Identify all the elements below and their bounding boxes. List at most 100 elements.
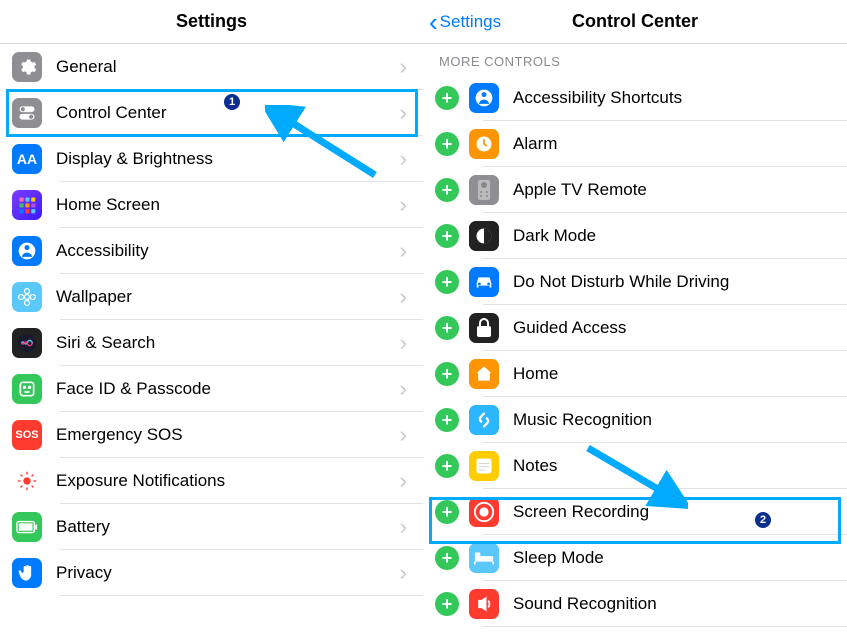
darkmode-icon: [469, 221, 499, 251]
row-label: Sleep Mode: [513, 548, 835, 568]
exposure-icon: [12, 466, 42, 496]
settings-row-wallpaper[interactable]: Wallpaper›: [0, 274, 423, 320]
notes-icon: [469, 451, 499, 481]
face-icon: [12, 374, 42, 404]
chevron-right-icon: ›: [400, 330, 407, 356]
settings-row-emergency-sos[interactable]: SOS Emergency SOS›: [0, 412, 423, 458]
back-button[interactable]: ‹ Settings: [429, 0, 501, 44]
record-icon: [469, 497, 499, 527]
cc-header: ‹ Settings Control Center: [423, 0, 847, 44]
chevron-right-icon: ›: [400, 192, 407, 218]
chevron-right-icon: ›: [400, 54, 407, 80]
row-label: Exposure Notifications: [56, 471, 400, 491]
sos-icon: SOS: [12, 420, 42, 450]
row-label: Screen Recording: [513, 502, 835, 522]
row-label: Wallpaper: [56, 287, 400, 307]
flower-icon: [12, 282, 42, 312]
row-label: Dark Mode: [513, 226, 835, 246]
settings-row-general[interactable]: General›: [0, 44, 423, 90]
gear-icon: [12, 52, 42, 82]
cc-row-accessibility-shortcuts[interactable]: +Accessibility Shortcuts: [423, 75, 847, 121]
settings-row-face-id-passcode[interactable]: Face ID & Passcode›: [0, 366, 423, 412]
remote-icon: [469, 175, 499, 205]
cc-list: +Accessibility Shortcuts+Alarm+Apple TV …: [423, 75, 847, 627]
row-label: Do Not Disturb While Driving: [513, 272, 835, 292]
chevron-right-icon: ›: [400, 514, 407, 540]
add-button[interactable]: +: [435, 362, 459, 386]
cc-row-home[interactable]: +Home: [423, 351, 847, 397]
cc-row-screen-recording[interactable]: + Screen Recording: [423, 489, 847, 535]
cc-row-sleep-mode[interactable]: + Sleep Mode: [423, 535, 847, 581]
settings-row-siri-search[interactable]: Siri & Search›: [0, 320, 423, 366]
add-button[interactable]: +: [435, 316, 459, 340]
settings-row-home-screen[interactable]: Home Screen›: [0, 182, 423, 228]
cc-row-sound-recognition[interactable]: +Sound Recognition: [423, 581, 847, 627]
row-label: Display & Brightness: [56, 149, 400, 169]
row-label: Emergency SOS: [56, 425, 400, 445]
hand-icon: [12, 558, 42, 588]
settings-row-battery[interactable]: Battery›: [0, 504, 423, 550]
row-label: Notes: [513, 456, 835, 476]
chevron-right-icon: ›: [400, 468, 407, 494]
control-center-pane: ‹ Settings Control Center MORE CONTROLS …: [423, 0, 847, 633]
settings-pane: Settings General›Control Center›AADispla…: [0, 0, 423, 633]
settings-row-privacy[interactable]: Privacy›: [0, 550, 423, 596]
cc-row-guided-access[interactable]: + Guided Access: [423, 305, 847, 351]
cc-row-dark-mode[interactable]: + Dark Mode: [423, 213, 847, 259]
row-label: Privacy: [56, 563, 400, 583]
home-icon: [469, 359, 499, 389]
settings-row-accessibility[interactable]: Accessibility›: [0, 228, 423, 274]
switches-icon: [12, 98, 42, 128]
add-button[interactable]: +: [435, 270, 459, 294]
settings-row-exposure-notifications[interactable]: Exposure Notifications›: [0, 458, 423, 504]
row-label: Apple TV Remote: [513, 180, 835, 200]
row-label: Music Recognition: [513, 410, 835, 430]
settings-row-control-center[interactable]: Control Center›: [0, 90, 423, 136]
row-label: Siri & Search: [56, 333, 400, 353]
cc-row-music-recognition[interactable]: + Music Recognition: [423, 397, 847, 443]
annotation-badge-2: 2: [753, 510, 773, 530]
add-button[interactable]: +: [435, 132, 459, 156]
cc-title: Control Center: [572, 11, 698, 32]
chevron-left-icon: ‹: [429, 9, 438, 35]
cc-row-notes[interactable]: + Notes: [423, 443, 847, 489]
aa-icon: AA: [12, 144, 42, 174]
cc-row-do-not-disturb-while-driving[interactable]: + Do Not Disturb While Driving: [423, 259, 847, 305]
cc-row-alarm[interactable]: + Alarm: [423, 121, 847, 167]
person-icon: [469, 83, 499, 113]
add-button[interactable]: +: [435, 224, 459, 248]
car-icon: [469, 267, 499, 297]
settings-list: General›Control Center›AADisplay & Brigh…: [0, 44, 423, 596]
siri-icon: [12, 328, 42, 358]
row-label: General: [56, 57, 400, 77]
chevron-right-icon: ›: [400, 100, 407, 126]
settings-header: Settings: [0, 0, 423, 44]
row-label: Accessibility: [56, 241, 400, 261]
sound-icon: [469, 589, 499, 619]
settings-row-display-brightness[interactable]: AA Display & Brightness›: [0, 136, 423, 182]
add-button[interactable]: +: [435, 408, 459, 432]
row-label: Guided Access: [513, 318, 835, 338]
chevron-right-icon: ›: [400, 422, 407, 448]
add-button[interactable]: +: [435, 500, 459, 524]
row-label: Home Screen: [56, 195, 400, 215]
chevron-right-icon: ›: [400, 284, 407, 310]
chevron-right-icon: ›: [400, 238, 407, 264]
settings-title: Settings: [176, 11, 247, 32]
row-label: Battery: [56, 517, 400, 537]
chevron-right-icon: ›: [400, 146, 407, 172]
annotation-badge-1: 1: [222, 92, 242, 112]
add-button[interactable]: +: [435, 86, 459, 110]
battery-icon: [12, 512, 42, 542]
add-button[interactable]: +: [435, 454, 459, 478]
grid-icon: [12, 190, 42, 220]
row-label: Face ID & Passcode: [56, 379, 400, 399]
add-button[interactable]: +: [435, 178, 459, 202]
lock-icon: [469, 313, 499, 343]
row-label: Alarm: [513, 134, 835, 154]
person-icon: [12, 236, 42, 266]
add-button[interactable]: +: [435, 546, 459, 570]
cc-row-apple-tv-remote[interactable]: + Apple TV Remote: [423, 167, 847, 213]
clock-icon: [469, 129, 499, 159]
add-button[interactable]: +: [435, 592, 459, 616]
